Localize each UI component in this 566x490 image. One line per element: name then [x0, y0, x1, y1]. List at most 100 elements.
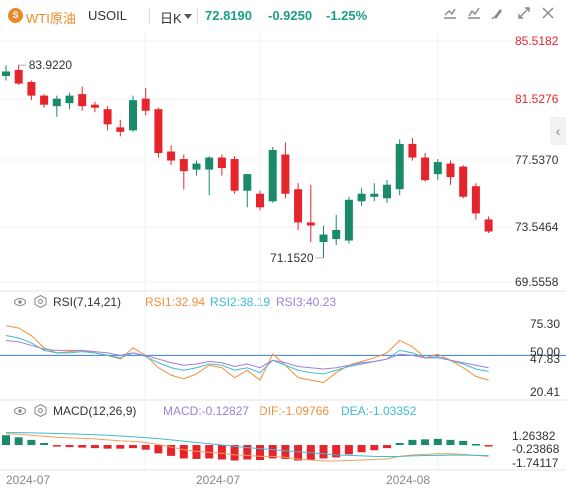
macd-bar — [65, 445, 74, 448]
rsi1-line — [5, 325, 489, 384]
macd-bar — [167, 445, 176, 456]
macd-bar — [383, 445, 391, 449]
macd-bar — [484, 445, 493, 447]
header-bar: S WTI原油 USOIL 日K 72.8190 -0.9250 -1.25% — [0, 0, 566, 32]
candle-body — [319, 234, 328, 243]
macd-tick: 1.26382 — [512, 429, 556, 443]
candle-body — [344, 199, 353, 241]
candle-body — [116, 127, 125, 132]
instrument-code: USOIL — [88, 8, 128, 23]
candle-body — [446, 163, 455, 178]
macd-bar — [192, 445, 201, 459]
macd-tick: -0.23868 — [512, 442, 560, 456]
macd-bar — [116, 445, 125, 449]
macd-bar — [40, 442, 49, 446]
candle-body — [52, 98, 61, 107]
chevron-left-icon[interactable]: ‹ — [550, 117, 566, 145]
macd-tick: -1.74117 — [512, 456, 559, 470]
rsi2-line — [5, 335, 489, 375]
macd-bar — [52, 445, 61, 447]
macd-bar — [294, 445, 303, 461]
price-tick: 69.5558 — [515, 275, 559, 289]
price-tick: 81.5276 — [515, 92, 559, 106]
rsi-tick: 47.83 — [530, 352, 560, 366]
indicator-icon[interactable] — [464, 6, 484, 26]
price-tick: 85.5182 — [515, 34, 559, 48]
candle-body — [179, 159, 188, 172]
macd-bar — [446, 439, 455, 446]
candle-body — [294, 189, 303, 223]
gear-icon[interactable] — [34, 404, 47, 417]
high-label: 83.9220 — [29, 58, 73, 72]
fullscreen-icon[interactable] — [514, 6, 534, 26]
candle-body — [129, 100, 137, 131]
macd-bar — [129, 445, 137, 449]
candle-body — [256, 193, 264, 208]
macd-bar — [357, 445, 366, 453]
low-label: 71.1520 — [270, 251, 314, 265]
macd-bar — [256, 445, 264, 460]
eye-icon[interactable] — [14, 296, 26, 308]
divider — [197, 8, 198, 24]
candle-body — [65, 95, 74, 104]
candle-body — [40, 95, 49, 105]
candle-body — [395, 143, 404, 190]
candle-body — [357, 193, 366, 202]
gear-icon[interactable] — [34, 295, 47, 308]
rsi-tick: 20.41 — [530, 385, 560, 399]
candle-body — [205, 157, 214, 170]
macd-bar — [103, 445, 112, 449]
candle-body — [230, 159, 239, 191]
macd-bar — [141, 445, 150, 450]
macd-bar — [306, 445, 315, 460]
rsi2-label: RSI2:38.19 — [210, 295, 271, 309]
candle-body — [243, 174, 252, 191]
screenshot-icon[interactable] — [538, 6, 558, 26]
last-price: 72.8190 — [205, 8, 252, 23]
dif-line — [5, 433, 489, 462]
candle-body — [306, 222, 315, 226]
price-tick: 73.5464 — [515, 220, 559, 234]
draw-tool-icon[interactable] — [440, 6, 460, 26]
macd-bar — [217, 445, 226, 460]
candle-body — [408, 143, 417, 158]
candle-body — [78, 94, 87, 107]
candle-body — [383, 184, 391, 199]
candle-body — [103, 109, 112, 125]
divider — [149, 8, 150, 24]
candle-body — [370, 193, 379, 197]
macd-value-label: MACD:-0.12827 — [163, 404, 250, 418]
candle-body — [217, 157, 226, 169]
dif-label: DIF:-1.09766 — [259, 404, 330, 418]
eye-icon[interactable] — [14, 405, 26, 417]
dea-label: DEA:-1.03352 — [341, 404, 417, 418]
candle-body — [421, 157, 430, 181]
price-change: -0.9250 — [268, 8, 313, 23]
rsi3-label: RSI3:40.23 — [276, 295, 337, 309]
rsi3-line — [5, 339, 489, 370]
candle-body — [90, 104, 99, 108]
x-tick: 2024-08 — [386, 473, 430, 487]
macd-bar — [243, 445, 252, 460]
macd-bar — [370, 445, 379, 451]
macd-bar — [408, 439, 417, 446]
macd-bar — [2, 435, 10, 446]
macd-bar — [205, 445, 214, 459]
instrument-name[interactable]: WTI原油 — [26, 8, 76, 27]
period-selector[interactable]: 日K — [160, 8, 182, 27]
macd-bar — [433, 438, 442, 446]
macd-bar — [281, 445, 290, 459]
macd-bar — [27, 439, 36, 446]
candle-body — [141, 98, 150, 111]
candle-body — [2, 71, 10, 77]
rsi-tick: 75.30 — [530, 317, 560, 331]
rsi-tick: 50.00 — [530, 345, 560, 359]
candle-body — [27, 82, 36, 96]
settings-icon[interactable] — [488, 6, 508, 26]
macd-bar — [90, 445, 99, 449]
macd-name: MACD(12,26,9) — [53, 404, 137, 418]
price-change-pct: -1.25% — [326, 8, 368, 23]
macd-bar — [179, 445, 188, 459]
chevron-down-icon[interactable] — [184, 14, 192, 20]
price-tick: 77.5370 — [515, 153, 559, 167]
